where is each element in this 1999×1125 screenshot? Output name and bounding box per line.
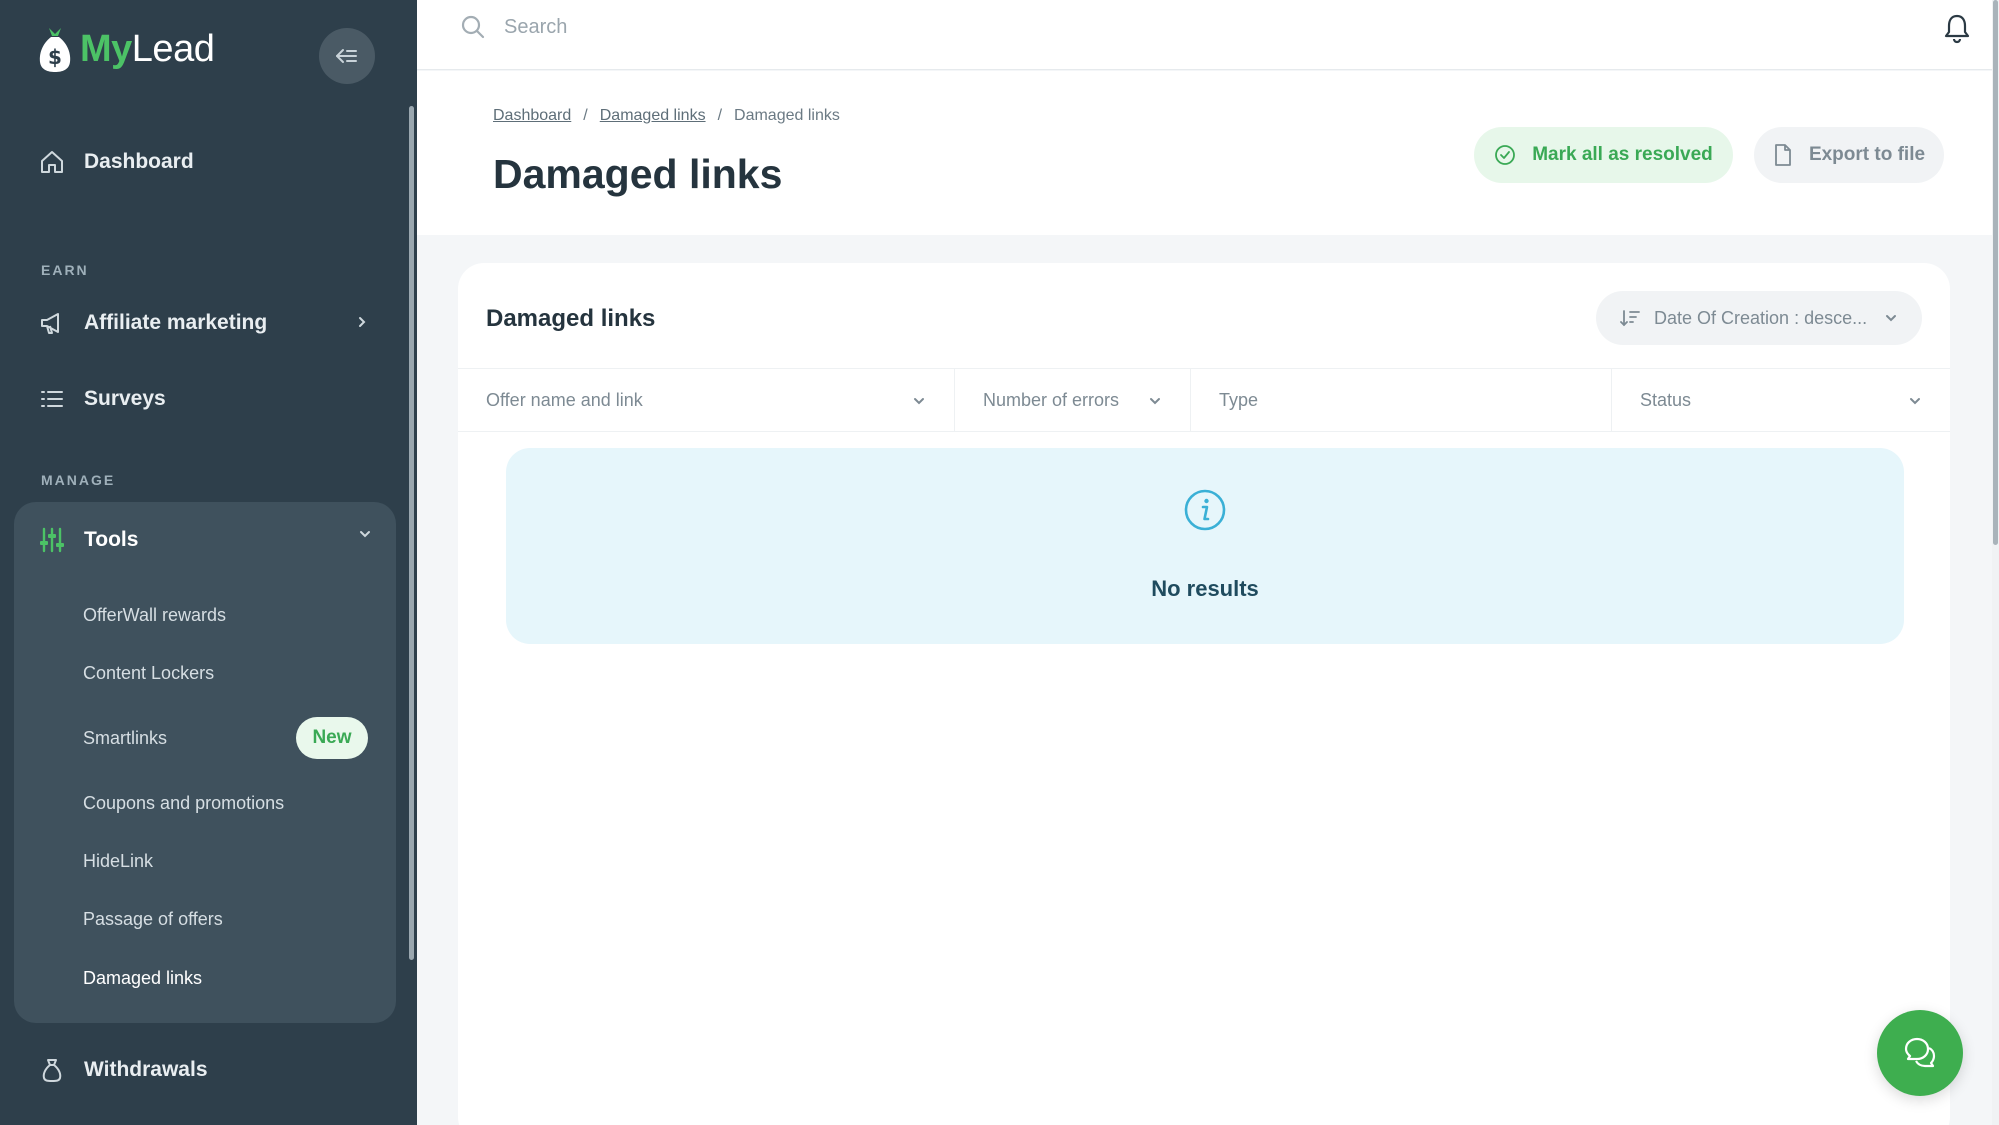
sidebar-scrollbar[interactable] — [409, 106, 414, 960]
breadcrumb-separator: / — [583, 107, 588, 124]
logo-text: MyLead — [80, 27, 215, 71]
no-results-alert: No results — [506, 448, 1904, 644]
sidebar-subitem-smartlinks[interactable]: Smartlinks — [83, 728, 167, 749]
megaphone-icon — [41, 313, 59, 334]
column-type: Type — [1191, 369, 1612, 431]
logo[interactable]: $ MyLead — [38, 24, 215, 74]
sidebar-subitem-content-lockers[interactable]: Content Lockers — [83, 663, 214, 684]
column-label: Number of errors — [983, 389, 1120, 410]
chevron-down-icon — [1886, 315, 1896, 322]
chevron-down-icon — [914, 398, 924, 405]
sort-icon — [1620, 310, 1640, 327]
sidebar-subitem-damaged-links[interactable]: Damaged links — [83, 968, 202, 989]
export-to-file-label: Export to file — [1808, 144, 1926, 165]
section-label-manage: MANAGE — [41, 472, 116, 488]
breadcrumb-current: Damaged links — [734, 107, 840, 124]
sidebar-subitem-hidelink[interactable]: HideLink — [83, 851, 153, 872]
money-bag-outline-icon — [42, 1059, 62, 1082]
chevron-down-icon — [1150, 398, 1160, 405]
sidebar-item-label: Surveys — [84, 387, 166, 410]
sidebar-item-label: Affiliate marketing — [84, 311, 268, 334]
sidebar-subitem-coupons[interactable]: Coupons and promotions — [83, 793, 284, 814]
column-label: Type — [1219, 389, 1259, 410]
damaged-links-card: Damaged links Date Of Creation : desce..… — [458, 263, 1950, 1125]
sliders-icon — [40, 527, 64, 553]
chevron-down-icon — [1910, 398, 1920, 405]
new-badge: New — [296, 717, 368, 759]
list-icon — [41, 391, 63, 407]
breadcrumb-link-damaged-links[interactable]: Damaged links — [600, 107, 706, 125]
svg-text:$: $ — [48, 45, 62, 69]
page-title: Damaged links — [493, 151, 783, 197]
chat-icon — [1904, 1037, 1936, 1068]
sidebar-subitem-passage-of-offers[interactable]: Passage of offers — [83, 909, 223, 930]
sidebar-item-dashboard[interactable]: Dashboard — [38, 148, 194, 176]
sidebar: $ MyLead Dashboard EARN Affiliate market… — [0, 0, 417, 1125]
sidebar-item-label: Withdrawals — [84, 1058, 208, 1081]
mark-all-resolved-label: Mark all as resolved — [1532, 144, 1713, 165]
sort-dropdown[interactable]: Date Of Creation : desce... — [1596, 291, 1922, 345]
logo-text-my: My — [80, 27, 132, 70]
card-title: Damaged links — [486, 305, 656, 332]
column-offer-name[interactable]: Offer name and link — [458, 369, 955, 431]
no-results-text: No results — [1151, 576, 1259, 601]
sort-dropdown-label: Date Of Creation : desce... — [1654, 307, 1868, 328]
tools-panel: Tools OfferWall rewards Content Lockers … — [14, 502, 396, 1023]
check-circle-icon — [1495, 145, 1516, 165]
sidebar-item-tools[interactable]: Tools — [38, 526, 138, 554]
page-header: Dashboard / Damaged links / Damaged link… — [417, 71, 1992, 235]
page-scrollbar-thumb[interactable] — [1993, 0, 1998, 545]
breadcrumb-separator: / — [717, 107, 723, 124]
chat-button[interactable] — [1877, 1010, 1963, 1096]
column-label: Status — [1640, 389, 1692, 410]
chevron-right-icon[interactable] — [356, 313, 368, 331]
column-number-of-errors[interactable]: Number of errors — [955, 369, 1191, 431]
top-bar — [417, 0, 1992, 70]
sidebar-item-label: Tools — [84, 528, 139, 551]
search-input[interactable] — [504, 12, 1104, 42]
file-icon — [1775, 144, 1791, 166]
export-to-file-button[interactable]: Export to file — [1754, 127, 1944, 183]
sidebar-subitem-offerwall-rewards[interactable]: OfferWall rewards — [83, 605, 226, 626]
sidebar-item-surveys[interactable]: Surveys — [38, 385, 166, 413]
chevron-down-icon[interactable] — [358, 528, 372, 540]
bell-icon[interactable] — [1942, 12, 1972, 44]
breadcrumb-link-dashboard[interactable]: Dashboard — [493, 107, 571, 125]
sidebar-item-label: Dashboard — [84, 150, 194, 173]
home-icon — [41, 151, 63, 173]
collapse-arrow-icon — [336, 49, 357, 63]
column-status[interactable]: Status — [1612, 369, 1950, 431]
breadcrumb: Dashboard / Damaged links / Damaged link… — [493, 107, 840, 125]
sidebar-item-withdrawals[interactable]: Withdrawals — [38, 1056, 208, 1084]
table-header: Offer name and link Number of errors Typ… — [458, 368, 1950, 432]
column-label: Offer name and link — [486, 389, 643, 410]
money-bag-icon: $ — [39, 28, 71, 72]
section-label-earn: EARN — [41, 262, 89, 278]
mark-all-resolved-button[interactable]: Mark all as resolved — [1474, 127, 1733, 183]
search-icon — [461, 15, 485, 39]
info-icon — [1184, 489, 1226, 531]
collapse-sidebar-button[interactable] — [319, 28, 375, 84]
sidebar-item-affiliate-marketing[interactable]: Affiliate marketing — [38, 309, 267, 337]
logo-text-lead: Lead — [131, 27, 215, 70]
